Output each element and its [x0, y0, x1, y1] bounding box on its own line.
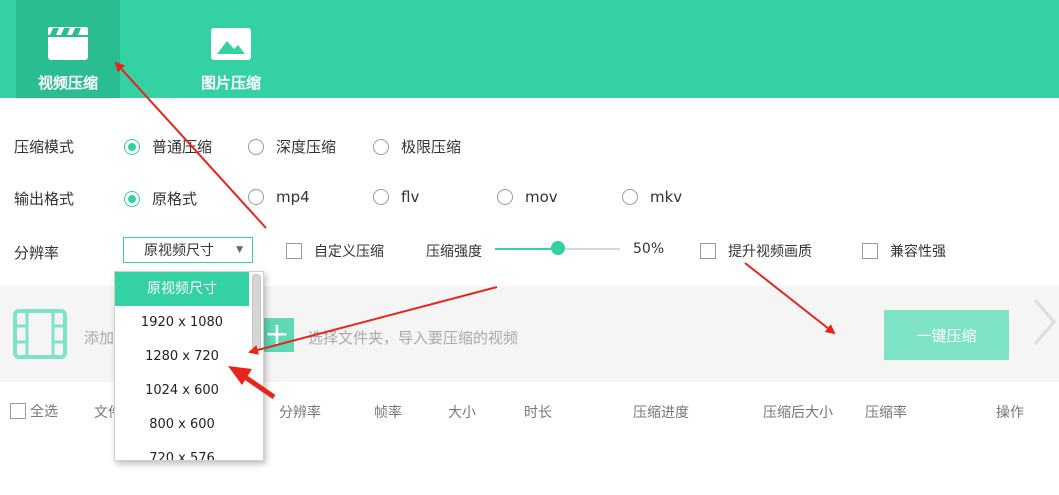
image-icon: [211, 28, 251, 60]
compatibility-checkbox[interactable]: 兼容性强: [862, 241, 946, 261]
custom-compress-checkbox[interactable]: 自定义压缩: [286, 241, 384, 261]
dropdown-scrollbar[interactable]: [252, 274, 261, 350]
radio-format-flv[interactable]: flv: [373, 188, 419, 206]
radio-format-mov[interactable]: mov: [497, 188, 558, 206]
radio-original-format[interactable]: 原格式: [124, 188, 197, 209]
resolution-selected-value: 原视频尺寸: [144, 243, 214, 259]
strength-value: 50%: [633, 241, 665, 257]
checkbox-label: 提升视频画质: [728, 244, 812, 260]
column-header-size: 大小: [448, 405, 476, 421]
tab-image-compress-label: 图片压缩: [200, 74, 261, 92]
radio-label: 普通压缩: [152, 138, 213, 156]
column-header-actions: 操作: [996, 405, 1024, 421]
radio-label: 深度压缩: [276, 138, 337, 156]
column-header-duration: 时长: [524, 405, 552, 421]
caret-down-icon: ▼: [236, 245, 243, 255]
radio-label: 原格式: [152, 190, 198, 208]
dropdown-option-800x600[interactable]: 800 x 600: [115, 408, 249, 442]
strength-slider-fill: [495, 248, 558, 250]
checkbox-box: [10, 403, 26, 419]
radio-format-mkv[interactable]: mkv: [622, 188, 682, 206]
radio-label: 极限压缩: [401, 138, 462, 156]
film-icon: [13, 309, 67, 359]
radio-deep-compress[interactable]: 深度压缩: [248, 136, 336, 157]
checkbox-label: 兼容性强: [890, 244, 946, 260]
radio-dot: [124, 190, 140, 207]
radio-label: mp4: [276, 188, 310, 206]
checkbox-box: [862, 243, 878, 259]
column-header-ratio: 压缩率: [865, 405, 907, 421]
select-all-checkbox[interactable]: 全选: [10, 401, 58, 421]
strength-slider-thumb[interactable]: [550, 241, 565, 255]
dropdown-option-1024x600[interactable]: 1024 x 600: [115, 374, 249, 408]
radio-dot: [497, 189, 513, 205]
resolution-dropdown-list: 原视频尺寸 1920 x 1080 1280 x 720 1024 x 600 …: [114, 271, 264, 461]
top-nav-bar: 视频压缩 图片压缩: [0, 0, 1059, 98]
radio-normal-compress[interactable]: 普通压缩: [124, 136, 212, 157]
checkbox-box: [700, 243, 716, 259]
radio-dot: [373, 138, 389, 155]
column-header-compressed-size: 压缩后大小: [763, 405, 833, 421]
radio-dot: [124, 138, 140, 155]
radio-label: mkv: [650, 188, 683, 206]
radio-dot: [248, 189, 264, 205]
dropdown-option-original[interactable]: 原视频尺寸: [115, 272, 249, 306]
column-header-resolution: 分辨率: [279, 405, 321, 421]
column-header-framerate: 帧率: [374, 405, 402, 421]
radio-label: flv: [401, 188, 420, 206]
output-format-label: 输出格式: [14, 190, 75, 208]
radio-dot: [248, 138, 264, 155]
checkbox-box: [286, 243, 302, 259]
dropdown-option-720x576[interactable]: 720 x 576: [115, 442, 249, 460]
select-all-label: 全选: [30, 404, 58, 420]
compress-mode-label: 压缩模式: [14, 138, 75, 156]
resolution-label: 分辨率: [14, 244, 60, 262]
select-folder-text[interactable]: 选择文件夹，导入要压缩的视频: [308, 327, 518, 348]
tab-image-compress[interactable]: 图片压缩: [179, 0, 283, 98]
column-header-progress: 压缩进度: [633, 405, 689, 421]
tab-video-compress-label: 视频压缩: [37, 74, 98, 92]
tab-video-compress[interactable]: 视频压缩: [16, 0, 120, 98]
dropdown-option-1280x720[interactable]: 1280 x 720: [115, 340, 249, 374]
one-click-compress-button[interactable]: 一键压缩: [884, 310, 1009, 360]
radio-label: mov: [525, 188, 558, 206]
chevron-right-icon[interactable]: [1030, 296, 1059, 348]
radio-dot: [622, 189, 638, 205]
enhance-quality-checkbox[interactable]: 提升视频画质: [700, 241, 812, 261]
radio-extreme-compress[interactable]: 极限压缩: [373, 136, 461, 157]
add-folder-button[interactable]: +: [260, 318, 294, 352]
radio-dot: [373, 189, 389, 205]
radio-format-mp4[interactable]: mp4: [248, 188, 310, 206]
checkbox-label: 自定义压缩: [314, 244, 384, 260]
clapperboard-icon: [48, 27, 88, 60]
resolution-select[interactable]: 原视频尺寸 ▼: [123, 237, 253, 263]
strength-label: 压缩强度: [426, 244, 482, 260]
dropdown-option-1920x1080[interactable]: 1920 x 1080: [115, 306, 249, 340]
add-file-text[interactable]: 添加: [84, 327, 114, 348]
